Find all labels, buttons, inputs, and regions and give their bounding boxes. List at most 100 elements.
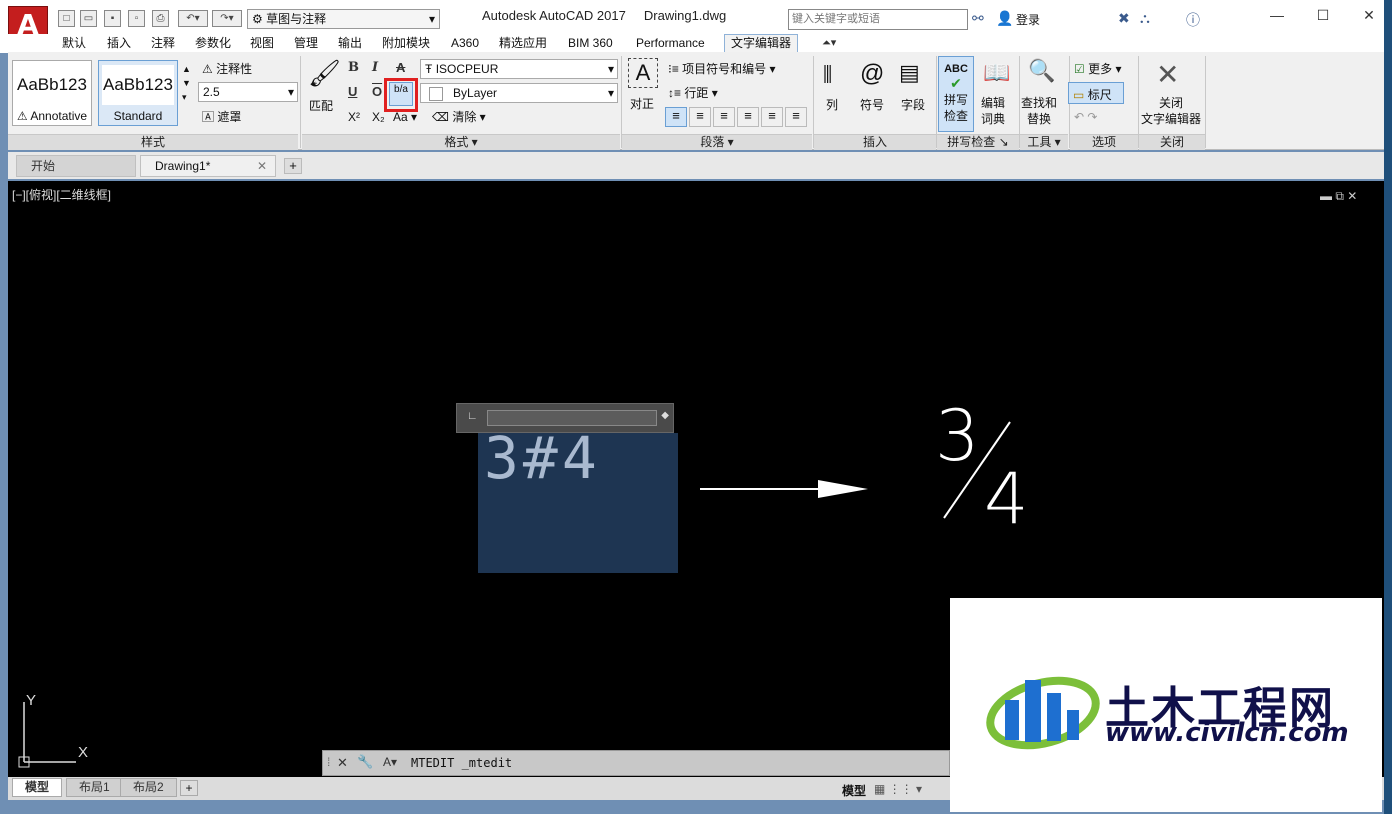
- close-editor-button[interactable]: 关闭 文字编辑器: [1140, 95, 1202, 127]
- edit-dictionary-button[interactable]: 编辑 词典: [981, 95, 1005, 127]
- stack-button[interactable]: b/a: [389, 82, 413, 106]
- ribbon-tab[interactable]: Performance: [630, 35, 711, 53]
- viewport-controls[interactable]: [−][俯视][二维线框]: [12, 186, 111, 203]
- minimize-button[interactable]: —: [1254, 0, 1300, 32]
- maximize-button[interactable]: ☐: [1300, 0, 1346, 32]
- new-tab-icon[interactable]: +: [284, 158, 302, 174]
- justify-button[interactable]: 对正: [630, 95, 654, 112]
- a360-icon[interactable]: ⛬: [1140, 10, 1150, 27]
- style-annotative[interactable]: AaBb123 ⚠ Annotative: [12, 60, 92, 126]
- bullets-button[interactable]: ⁝≡ 项目符号和编号 ▾: [668, 60, 776, 77]
- login-link[interactable]: 登录: [1016, 11, 1040, 28]
- align-default-icon[interactable]: ≡: [665, 107, 687, 127]
- panel-title-tools[interactable]: 工具 ▾: [1020, 134, 1068, 150]
- ribbon-tab[interactable]: 附加模块: [376, 35, 436, 53]
- ribbon-tab[interactable]: 精选应用: [493, 35, 553, 53]
- line-spacing-button[interactable]: ↕≡ 行距 ▾: [668, 84, 718, 101]
- tab-layout1[interactable]: 布局1: [66, 778, 123, 797]
- text-height-input[interactable]: 2.5 ▾: [198, 82, 298, 102]
- tab-start[interactable]: 开始: [16, 155, 136, 177]
- ribbon-tab[interactable]: 管理: [288, 35, 324, 53]
- undo-redo-icons[interactable]: ↶ ↷: [1074, 110, 1097, 124]
- field-button[interactable]: 字段: [901, 96, 925, 113]
- align-distribute-icon[interactable]: ≡: [785, 107, 807, 127]
- ribbon-tab[interactable]: A360: [445, 35, 485, 53]
- columns-button[interactable]: 列: [826, 96, 838, 113]
- ribbon-tab[interactable]: 注释: [145, 35, 181, 53]
- user-icon[interactable]: 👤: [996, 10, 1013, 27]
- symbol-button[interactable]: 符号: [860, 96, 884, 113]
- help-icon[interactable]: ⓘ: [1186, 10, 1200, 30]
- style-standard[interactable]: AaBb123 Standard: [98, 60, 178, 126]
- annotative-toggle[interactable]: ⚠ 注释性: [202, 60, 252, 77]
- field-icon[interactable]: ▤: [899, 60, 920, 86]
- change-case-button[interactable]: Aa ▾: [393, 110, 417, 124]
- open-file-icon[interactable]: ▭: [80, 10, 97, 27]
- spellcheck-button[interactable]: ABC ✔ 拼写 检查: [938, 56, 974, 132]
- workspace-select[interactable]: ⚙ 草图与注释 ▾: [247, 9, 440, 29]
- align-center-icon[interactable]: ≡: [713, 107, 735, 127]
- panel-title-spellcheck[interactable]: 拼写检查 ↘: [937, 134, 1019, 150]
- mask-button[interactable]: 🄰 遮罩: [202, 108, 241, 125]
- binoculars-icon[interactable]: ⚯: [972, 10, 984, 27]
- command-prompt-icon[interactable]: A▾: [383, 755, 397, 769]
- dictionary-icon[interactable]: 📖: [983, 60, 1010, 86]
- command-line[interactable]: ⁞ ✕ 🔧 A▾ MTEDIT _mtedit: [322, 750, 950, 776]
- viewport-window-controls[interactable]: ▬ ⧉ ✕: [1320, 189, 1357, 204]
- bold-button[interactable]: B: [348, 60, 359, 75]
- grip-icon[interactable]: ⁞: [327, 755, 330, 769]
- subscript-button[interactable]: X₂: [372, 110, 385, 124]
- add-layout-icon[interactable]: +: [180, 780, 198, 796]
- ribbon-tab[interactable]: 默认: [56, 35, 92, 53]
- wrench-icon[interactable]: 🔧: [357, 754, 373, 770]
- panel-title-paragraph[interactable]: 段落 ▾: [622, 134, 812, 150]
- redo-icon[interactable]: ↷▾: [212, 10, 242, 27]
- match-brush-icon[interactable]: 🖌: [308, 58, 341, 89]
- ruler-toggle[interactable]: ▭ 标尺: [1068, 82, 1124, 104]
- tab-stop-icon[interactable]: ∟: [467, 410, 478, 422]
- overline-button[interactable]: O: [372, 84, 382, 99]
- underline-button[interactable]: U: [348, 84, 357, 99]
- tab-drawing1[interactable]: Drawing1* ✕: [140, 155, 276, 177]
- superscript-button[interactable]: X²: [348, 110, 360, 124]
- close-icon[interactable]: ✕: [337, 755, 348, 771]
- undo-icon[interactable]: ↶▾: [178, 10, 208, 27]
- close-tab-icon[interactable]: ✕: [257, 156, 267, 176]
- status-model-button[interactable]: 模型: [842, 782, 866, 799]
- ribbon-tab[interactable]: 视图: [244, 35, 280, 53]
- match-button[interactable]: 匹配: [309, 97, 333, 114]
- mtext-content[interactable]: 3#4: [484, 424, 601, 492]
- find-replace-icon[interactable]: 🔍: [1028, 58, 1055, 84]
- clear-button[interactable]: ⌫ 清除 ▾: [432, 108, 486, 125]
- print-icon[interactable]: ⎙: [152, 10, 169, 27]
- align-justify-icon[interactable]: ≡: [761, 107, 783, 127]
- ribbon-tab[interactable]: 参数化: [189, 35, 237, 53]
- search-input[interactable]: 键入关键字或短语: [788, 9, 968, 30]
- ribbon-minimize-icon[interactable]: ⏶▾: [822, 36, 836, 50]
- exchange-icon[interactable]: ✖: [1118, 10, 1130, 27]
- tab-layout2[interactable]: 布局2: [120, 778, 177, 797]
- tab-model[interactable]: 模型: [12, 778, 63, 797]
- align-right-icon[interactable]: ≡: [737, 107, 759, 127]
- color-select[interactable]: ByLayer ▾: [420, 83, 618, 103]
- more-button[interactable]: ☑ 更多 ▾: [1074, 60, 1121, 77]
- panel-title-format[interactable]: 格式 ▾: [302, 134, 620, 150]
- grid-icon[interactable]: ▦ ⋮⋮ ▾: [874, 782, 922, 796]
- find-replace-button[interactable]: 查找和 替换: [1021, 95, 1057, 127]
- justify-icon[interactable]: A: [628, 58, 658, 88]
- style-scroll[interactable]: ▲ ▼ ▾: [182, 62, 191, 104]
- font-select[interactable]: Ŧ ISOCPEUR ▾: [420, 59, 618, 79]
- ribbon-tab-text-editor[interactable]: 文字编辑器: [724, 34, 799, 52]
- strikethrough-button[interactable]: A: [396, 60, 405, 75]
- ribbon-tab[interactable]: BIM 360: [562, 35, 619, 53]
- ribbon-tab[interactable]: 插入: [101, 35, 137, 53]
- ribbon-tab[interactable]: 输出: [332, 35, 368, 53]
- symbol-icon[interactable]: @: [860, 60, 884, 88]
- italic-button[interactable]: I: [372, 60, 378, 75]
- columns-icon[interactable]: ⫼: [823, 64, 832, 87]
- new-file-icon[interactable]: □: [58, 10, 75, 27]
- close-x-icon[interactable]: ✕: [1156, 58, 1179, 91]
- align-left-icon[interactable]: ≡: [689, 107, 711, 127]
- save-as-icon[interactable]: ▫: [128, 10, 145, 27]
- ruler-diamond-icon[interactable]: ◆: [661, 410, 669, 421]
